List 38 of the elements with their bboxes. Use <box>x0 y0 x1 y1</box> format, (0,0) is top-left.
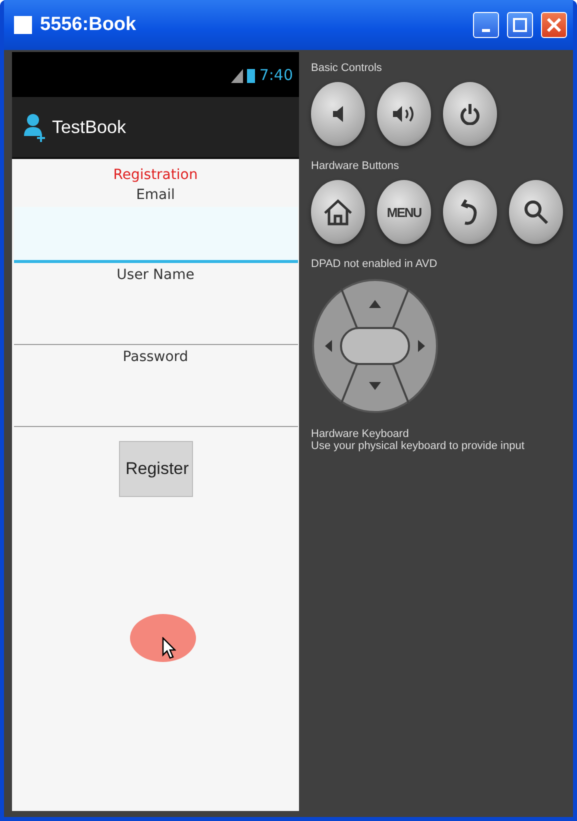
volume-down-button[interactable] <box>311 82 365 146</box>
input-field[interactable] <box>14 207 298 263</box>
menu-button[interactable]: MENU <box>377 180 431 244</box>
form-heading: Registration <box>113 167 198 183</box>
minimize-icon <box>482 28 490 32</box>
power-icon <box>460 103 480 125</box>
battery-icon <box>247 66 256 82</box>
person-add-icon <box>24 112 46 142</box>
volume-icon <box>392 105 416 123</box>
back-button[interactable] <box>443 180 497 244</box>
field-label: Email <box>136 187 175 203</box>
maximize-icon <box>512 17 528 33</box>
section-title: Hardware Buttons <box>311 160 400 172</box>
minimize-button[interactable] <box>473 12 499 38</box>
dpad-drawing[interactable] <box>311 278 439 414</box>
clock: 7:40 <box>259 66 293 84</box>
register-button[interactable]: Register <box>118 441 192 497</box>
app-title: TestBook <box>52 116 126 138</box>
keyboard-hint: Use your physical keyboard to provide input <box>311 440 526 452</box>
search-button[interactable] <box>509 180 563 244</box>
section-title: Basic Controls <box>311 62 383 74</box>
maximize-button[interactable] <box>507 12 533 38</box>
speaker-icon <box>331 105 345 123</box>
cursor-icon <box>162 637 176 659</box>
window-title: 5556:Book <box>40 14 138 36</box>
home-icon <box>323 198 353 226</box>
search-icon <box>523 199 549 225</box>
power-button[interactable] <box>443 82 497 146</box>
close-icon <box>546 17 562 33</box>
field-label: Password <box>122 349 188 365</box>
field-label: User Name <box>116 267 194 283</box>
window-icon <box>14 16 32 34</box>
volume-up-button[interactable] <box>377 82 431 146</box>
home-button[interactable] <box>311 180 365 244</box>
section-title: Hardware Keyboard <box>311 428 410 440</box>
close-button[interactable] <box>541 12 567 38</box>
section-title: DPAD not enabled in AVD <box>311 258 438 270</box>
signal-icon <box>231 66 244 82</box>
